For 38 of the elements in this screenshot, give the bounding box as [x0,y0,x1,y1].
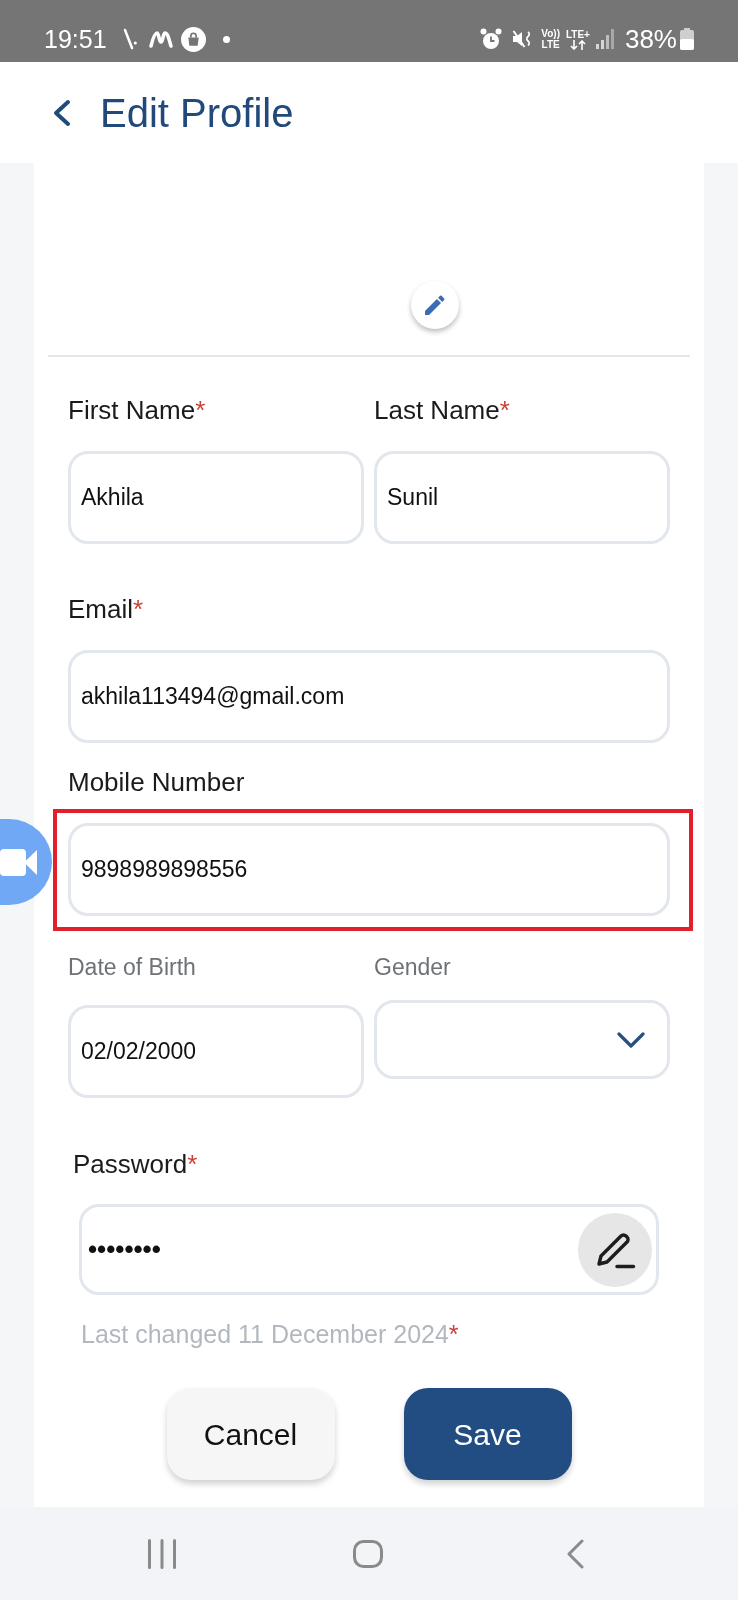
password-hint: Last changed 11 December 2024* [81,1319,460,1350]
status-time: 19:51 [44,26,107,52]
data-arrows-icon [569,39,586,50]
dropdown-field[interactable] [374,1000,670,1079]
secondary-button[interactable]: Cancel [166,1388,335,1480]
battery-icon [680,28,694,50]
back-icon[interactable] [52,98,71,127]
edit-photo-button[interactable] [411,281,459,329]
field-label: Gender [374,953,452,982]
text-field[interactable]: 9898989898556 [68,823,670,916]
battery-percent: 38% [624,26,677,52]
password-field[interactable]: •••••••• [79,1204,659,1295]
field-label: Last Name* [374,394,511,426]
notification-dot-icon [222,35,230,43]
text-field[interactable]: Akhila [68,451,364,544]
stylus-icon [122,28,137,50]
date-field[interactable]: 02/02/2000 [68,1005,364,1098]
network-label: Vo)) [541,28,560,39]
text-field[interactable]: akhila113494@gmail.com [68,650,670,743]
field-label: Password* [73,1148,199,1180]
zigzag-logo-icon [148,30,173,48]
field-label: Email* [68,593,145,625]
shopping-bag-icon [180,26,206,52]
network-label: LTE [541,39,560,50]
text-field[interactable]: Sunil [374,451,670,544]
page-title: Edit Profile [100,92,294,133]
field-label: Date of Birth [68,953,197,982]
home-icon[interactable] [353,1539,383,1568]
network-label: LTE+ [565,28,590,40]
field-label: Mobile Number [68,766,246,798]
pencil-icon [425,295,445,315]
signal-icon [595,29,614,49]
primary-button[interactable]: Save [403,1388,572,1480]
alarm-icon [480,28,503,50]
recent-apps-icon[interactable] [148,1538,176,1569]
pencil-underline-icon [594,1230,636,1269]
field-label: First Name* [68,394,207,426]
chevron-down-icon [617,1031,645,1048]
